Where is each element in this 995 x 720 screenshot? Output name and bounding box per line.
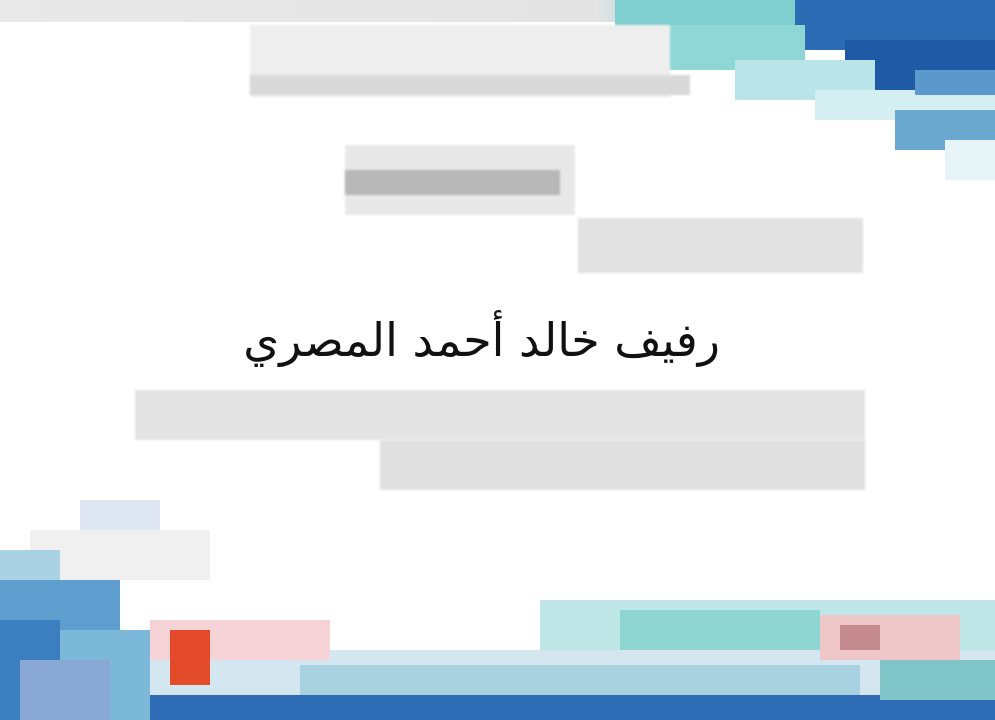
blurred-header-line-dark [250, 75, 690, 95]
blurred-title-line-dark [345, 170, 560, 195]
blurred-subtitle-line [578, 218, 863, 273]
recipient-name: رفيف خالد أحمد المصري [243, 313, 720, 367]
bottom-band-pattern [150, 600, 995, 720]
bottom-decorative-band [0, 600, 995, 720]
blurred-body-line-1 [135, 390, 865, 440]
blurred-body-line-2 [380, 440, 865, 490]
